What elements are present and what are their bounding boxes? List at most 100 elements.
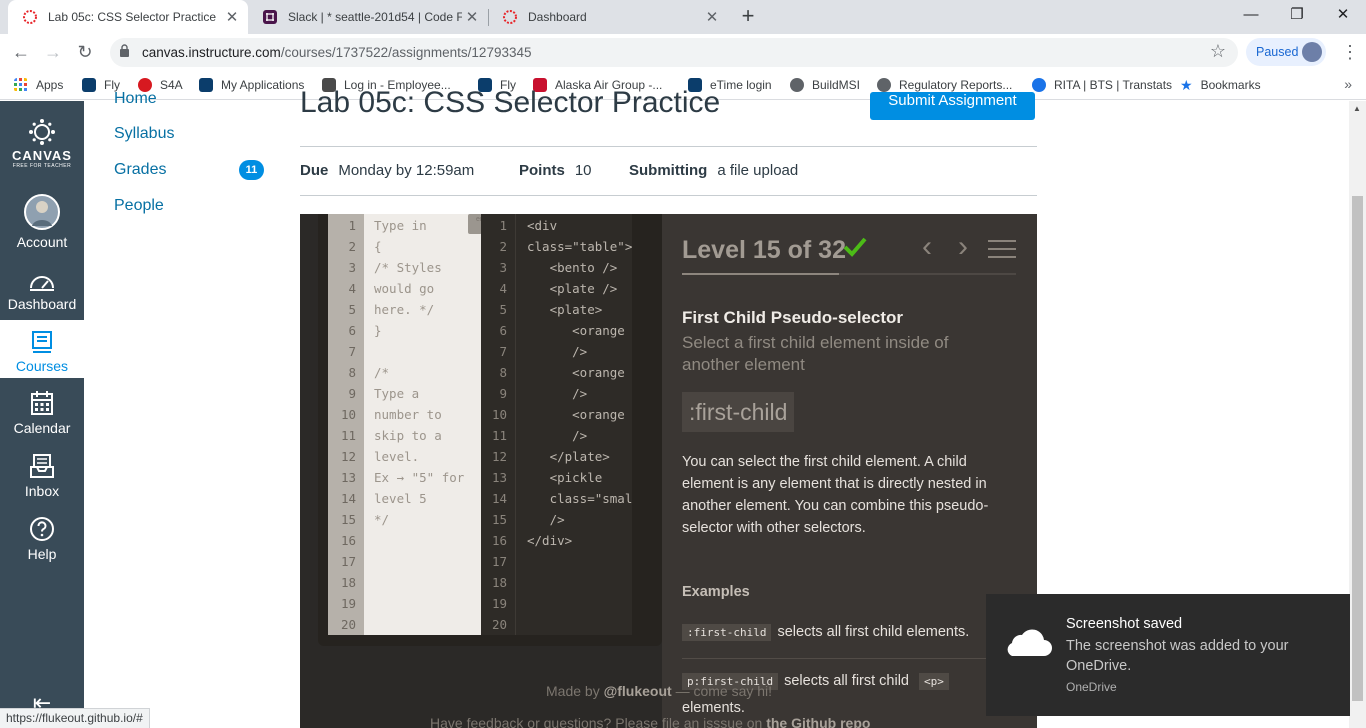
line-number: 14: [340, 491, 356, 506]
example-code: :first-child: [682, 624, 772, 641]
line-number: 6: [499, 323, 507, 338]
bookmark-apps[interactable]: Apps: [14, 76, 63, 94]
fly-icon: [82, 78, 96, 92]
dashboard-icon: [30, 276, 54, 291]
line-number: 19: [340, 596, 356, 611]
address-bar[interactable]: canvas.instructure.com/courses/1737522/a…: [110, 38, 1238, 67]
feedback-text: Have feedback or questions? Please file …: [430, 715, 870, 728]
code-line: number to: [374, 407, 442, 422]
code-line: class="table">: [527, 239, 632, 254]
close-tab-icon[interactable]: ✕: [462, 8, 482, 26]
profile-status: Paused: [1256, 45, 1299, 59]
global-nav-account[interactable]: Account: [0, 194, 84, 250]
selector-subtitle: Select a first child element inside of a…: [682, 333, 949, 374]
line-number: 7: [348, 344, 356, 359]
bookmark-label: Apps: [36, 78, 64, 92]
previous-level-icon[interactable]: ‹: [916, 232, 938, 264]
profile-paused-button[interactable]: Paused: [1246, 38, 1326, 66]
canvas-logo-icon: [29, 119, 55, 145]
browser-menu-icon[interactable]: ⋮: [1340, 40, 1360, 64]
author-link[interactable]: @flukeout: [604, 683, 672, 699]
minimize-icon[interactable]: —: [1228, 0, 1274, 30]
profile-avatar: [1302, 42, 1322, 62]
more-bookmarks-chevron-icon[interactable]: »: [1344, 76, 1352, 92]
notification-source: OneDrive: [1066, 680, 1117, 694]
globe-icon: [877, 78, 891, 92]
bookmark-buildmsi[interactable]: BuildMSI: [790, 76, 860, 94]
course-nav-home[interactable]: Home: [114, 90, 157, 104]
line-number: 13: [340, 470, 356, 485]
canvas-tagline: FREE FOR TEACHER: [12, 163, 72, 169]
onedrive-cloud-icon: [1007, 629, 1052, 656]
code-line: <orange: [527, 323, 625, 338]
line-number: 1: [348, 218, 356, 233]
canvas-logo[interactable]: CANVAS FREE FOR TEACHER: [0, 118, 84, 169]
example-code: <p>: [919, 673, 949, 690]
bookmark-rita-transtats[interactable]: RITA | BTS | Transtats: [1032, 76, 1172, 94]
tab-lab-05c[interactable]: Lab 05c: CSS Selector Practice ✕: [8, 0, 248, 34]
course-nav-people[interactable]: People: [114, 197, 164, 215]
scroll-up-icon[interactable]: ▲: [1353, 104, 1361, 113]
bookmark-my-applications[interactable]: My Applications: [199, 76, 304, 94]
apps-grid-icon: [14, 78, 27, 91]
line-number: 4: [499, 281, 507, 296]
code-line: Ex → "5" for: [374, 470, 465, 485]
new-tab-button[interactable]: +: [736, 4, 760, 28]
html-viewer: 1 2 3 4 5 6 7 8 9 10 11 12 13 14 15 16 17 18 19 20 <div clas…: [481, 214, 632, 635]
examples-heading: Examples: [682, 584, 750, 600]
back-arrow-icon[interactable]: ←: [8, 40, 34, 64]
reload-icon[interactable]: ↻: [72, 40, 98, 64]
course-nav-syllabus[interactable]: Syllabus: [114, 125, 174, 143]
forward-arrow-icon[interactable]: →: [40, 40, 66, 64]
css-editor[interactable]: 1 2 3 4 5 6 7 8 9 10 11 12 13 14 15 16 17 18 19 20 Type in{…: [328, 214, 492, 635]
points-label: Points: [519, 162, 565, 179]
globe-icon: [790, 78, 804, 92]
css-input[interactable]: Type in {/* Styles would go here. */} /* Type…: [364, 214, 481, 635]
bookmark-label: My Applications: [221, 78, 305, 92]
bookmark-star-icon[interactable]: ☆: [1210, 41, 1226, 62]
global-nav-calendar[interactable]: Calendar: [0, 390, 84, 436]
browser-toolbar: ← → ↻ canvas.instructure.com/courses/173…: [0, 34, 1366, 70]
window-close-icon[interactable]: ✕: [1320, 0, 1366, 30]
bookmark-label: Bookmarks: [1200, 78, 1261, 92]
level-menu-icon[interactable]: [988, 238, 1016, 260]
code-line: /* Styles: [374, 260, 442, 275]
line-number: 9: [348, 386, 356, 401]
course-nav-grades[interactable]: Grades: [114, 161, 166, 179]
submit-assignment-button[interactable]: Submit Assignment: [870, 92, 1035, 120]
scrollbar-thumb[interactable]: [1352, 196, 1363, 701]
restore-icon[interactable]: ❐: [1274, 0, 1320, 30]
onedrive-notification[interactable]: Screenshot saved The screenshot was adde…: [986, 594, 1350, 716]
divider: [300, 146, 1037, 147]
global-nav-courses[interactable]: Courses: [0, 320, 84, 378]
canvas-wordmark: CANVAS: [12, 148, 72, 163]
submission-type: Submitting a file upload: [629, 162, 798, 179]
global-nav-help[interactable]: Help: [0, 516, 84, 562]
line-number: 10: [491, 407, 507, 422]
line-number: 9: [499, 386, 507, 401]
line-number: 5: [348, 302, 356, 317]
line-number: 20: [340, 617, 356, 632]
code-line: {: [374, 239, 382, 254]
github-repo-link[interactable]: the Github repo: [766, 715, 870, 728]
next-level-icon[interactable]: ›: [952, 232, 974, 264]
line-number: 14: [491, 491, 507, 506]
code-line: Type in: [374, 218, 427, 233]
line-number: 7: [499, 344, 507, 359]
html-line-numbers: 1 2 3 4 5 6 7 8 9 10 11 12 13 14 15 16 17 18 19 20: [481, 214, 516, 635]
line-number: 15: [491, 512, 507, 527]
global-nav-inbox[interactable]: Inbox: [0, 453, 84, 499]
page-scrollbar[interactable]: ▲: [1349, 101, 1366, 728]
tab-slack[interactable]: Slack | * seattle-201d54 | Code Fe ✕: [248, 0, 488, 34]
code-line: level 5: [374, 491, 427, 506]
line-number: 12: [491, 449, 507, 464]
bookmark-folder-bookmarks[interactable]: ★ Bookmarks: [1180, 76, 1261, 94]
close-tab-icon[interactable]: ✕: [702, 8, 722, 26]
global-nav-dashboard[interactable]: Dashboard: [0, 270, 84, 312]
close-tab-icon[interactable]: ✕: [222, 8, 242, 26]
tab-dashboard[interactable]: Dashboard ✕: [488, 0, 728, 34]
bookmark-label: RITA | BTS | Transtats: [1054, 78, 1173, 92]
example-text: selects all first child elements.: [777, 624, 970, 640]
line-number: 17: [491, 554, 507, 569]
global-nav-label: Courses: [15, 358, 69, 374]
